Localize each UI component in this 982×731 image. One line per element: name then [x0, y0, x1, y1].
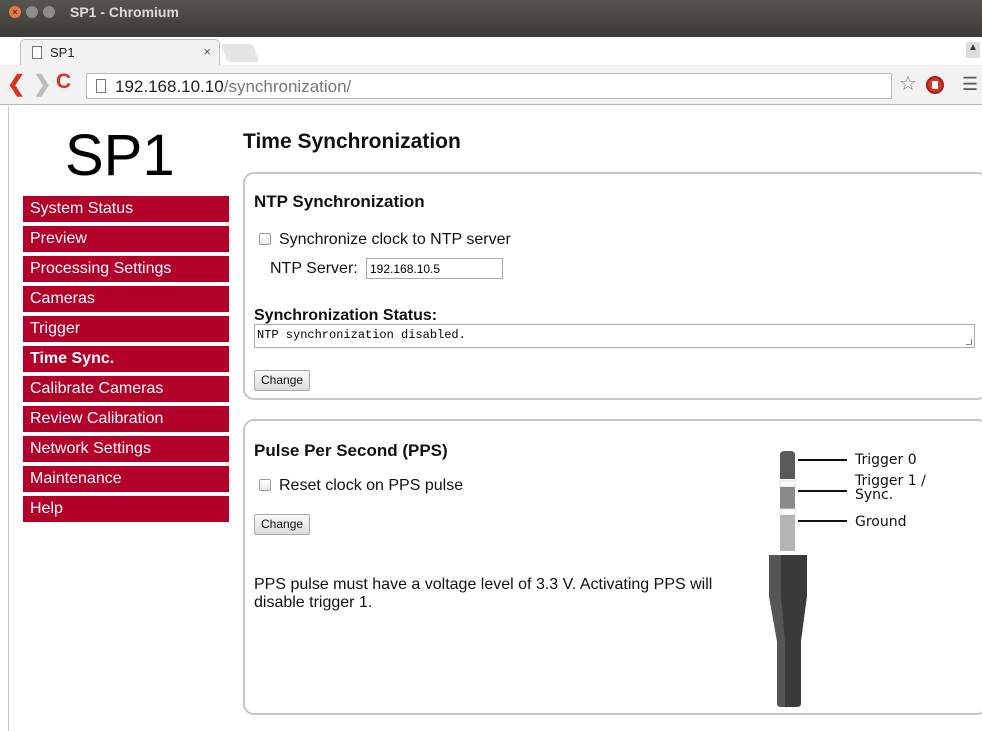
address-bar[interactable]: 192.168.10.10/synchronization/ [86, 73, 892, 99]
audio-jack-diagram: Trigger 0 Trigger 1 / Sync. Ground [755, 441, 975, 711]
sidebar-item-review-calibration[interactable]: Review Calibration [23, 406, 229, 432]
page-icon [32, 46, 42, 59]
ntp-panel: NTP Synchronization Synchronize clock to… [243, 172, 982, 400]
ntp-panel-title: NTP Synchronization [254, 192, 425, 211]
jack-label-sync: Sync. [855, 487, 894, 503]
sidebar-item-maintenance[interactable]: Maintenance [23, 466, 229, 492]
window-title: SP1 - Chromium [70, 4, 179, 20]
sidebar-nav: System Status Preview Processing Setting… [23, 196, 229, 526]
pps-panel-title: Pulse Per Second (PPS) [254, 441, 448, 460]
sync-status-text: NTP synchronization disabled. [257, 328, 466, 342]
url-text[interactable]: 192.168.10.10/synchronization/ [115, 77, 351, 97]
window-titlebar: × SP1 - Chromium SP1 × ▲ [0, 0, 982, 65]
pps-panel: Pulse Per Second (PPS) Reset clock on PP… [243, 419, 982, 715]
pps-note: PPS pulse must have a voltage level of 3… [254, 576, 713, 611]
sidebar-item-cameras[interactable]: Cameras [23, 286, 229, 312]
window-close-icon[interactable]: × [9, 6, 21, 18]
window-maximize-icon[interactable] [43, 6, 55, 18]
sidebar-item-trigger[interactable]: Trigger [23, 316, 229, 342]
reload-icon[interactable]: C [56, 70, 71, 94]
logo: SP1 [65, 123, 175, 188]
ntp-server-label: NTP Server: [270, 260, 358, 277]
new-tab-button[interactable] [220, 44, 260, 62]
pps-change-button[interactable]: Change [254, 514, 311, 535]
jack-label-trigger-0: Trigger 0 [855, 452, 917, 468]
page-frame-border [8, 106, 9, 731]
forward-arrow-icon[interactable]: ❯ [33, 71, 51, 97]
page-icon [96, 79, 106, 93]
page-title: Time Synchronization [243, 130, 461, 153]
profile-icon[interactable]: ▲ [966, 42, 980, 58]
jack-label-trigger-1: Trigger 1 / [855, 473, 926, 489]
pps-reset-checkbox[interactable] [259, 479, 271, 491]
jack-label-ground: Ground [855, 514, 907, 530]
sync-status-label: Synchronization Status: [254, 307, 438, 324]
bookmark-star-icon[interactable]: ☆ [899, 71, 917, 96]
url-host: 192.168.10.10 [115, 77, 224, 96]
tab-close-icon[interactable]: × [203, 44, 211, 59]
hamburger-menu-icon[interactable]: ☰ [962, 74, 978, 95]
pps-reset-label: Reset clock on PPS pulse [279, 477, 464, 494]
back-arrow-icon[interactable]: ❮ [7, 71, 25, 97]
sidebar-item-time-sync[interactable]: Time Sync. [23, 346, 229, 372]
ntp-change-button[interactable]: Change [254, 370, 311, 391]
browser-tab[interactable]: SP1 × [20, 39, 220, 65]
ntp-sync-checkbox[interactable] [259, 233, 271, 245]
sidebar-item-network-settings[interactable]: Network Settings [23, 436, 229, 462]
sidebar-item-help[interactable]: Help [23, 496, 229, 522]
ntp-server-input[interactable] [366, 258, 503, 279]
stop-sign-extension-icon[interactable] [926, 76, 944, 94]
url-path: /synchronization/ [223, 77, 352, 96]
sidebar-item-preview[interactable]: Preview [23, 226, 229, 252]
sidebar-item-calibrate-cameras[interactable]: Calibrate Cameras [23, 376, 229, 402]
sidebar-item-system-status[interactable]: System Status [23, 196, 229, 222]
window-minimize-icon[interactable] [26, 6, 38, 18]
sync-status-textarea[interactable]: NTP synchronization disabled. [254, 324, 975, 348]
browser-toolbar: ❮ ❯ C 192.168.10.10/synchronization/ ☆ ☰ [0, 65, 982, 105]
tab-title: SP1 [50, 45, 75, 60]
resize-grip-icon[interactable] [966, 339, 972, 345]
sidebar-item-processing-settings[interactable]: Processing Settings [23, 256, 229, 282]
ntp-sync-label: Synchronize clock to NTP server [279, 231, 511, 248]
